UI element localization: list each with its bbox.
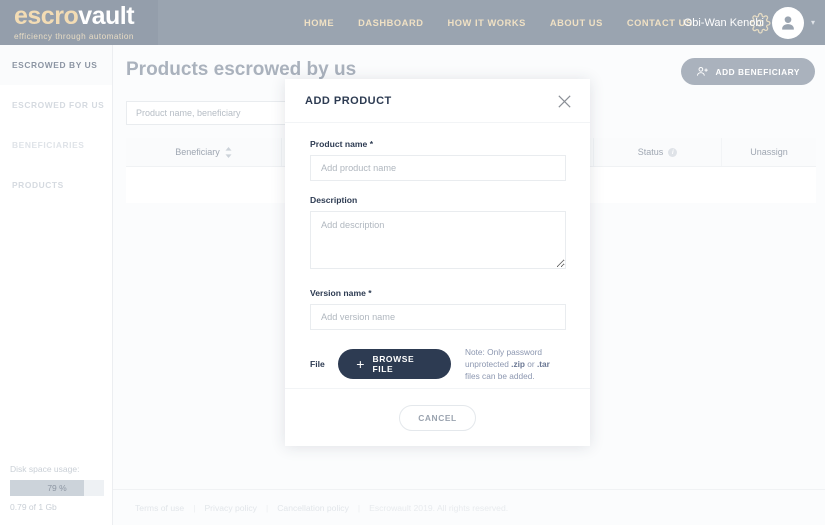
file-note-tar: .tar [536,359,550,370]
chevron-down-icon[interactable]: ▾ [811,18,815,27]
disk-space-percent: 79 % [47,483,67,493]
modal-title: ADD PRODUCT [305,94,392,107]
file-note-part2: files can be added. [465,371,535,382]
user-avatar-icon [782,15,794,30]
sidebar-item-beneficiaries[interactable]: BENEFICIARIES [0,125,112,165]
file-label: File [310,359,325,370]
nav-item-home[interactable]: HOME [304,18,334,28]
column-label: Beneficiary [175,147,220,157]
logo-wordmark: escrovault [14,4,158,29]
sidebar-item-escrowed-by-us[interactable]: ESCROWED BY US [0,45,112,85]
disk-space-progressbar: 79 % [10,480,104,496]
sidebar-item-label: ESCROWED FOR US [12,100,105,110]
browse-file-button[interactable]: + BROWSE FILE [338,349,451,380]
logo[interactable]: escrovault efficiency through automation [0,0,158,45]
footer-separator: | [357,502,361,513]
close-icon[interactable] [554,91,574,111]
add-product-modal: ADD PRODUCT Product name * Description V… [285,79,590,446]
field-product-name: Product name * [310,139,566,181]
modal-body: Product name * Description Version name … [285,122,590,382]
nav-item-dashboard[interactable]: DASHBOARD [358,18,423,28]
footer-separator: | [193,502,196,513]
version-name-input[interactable] [310,304,566,330]
avatar[interactable] [771,6,804,39]
app-root: escrovault efficiency through automation… [0,0,825,525]
footer-link-terms[interactable]: Terms of use [135,503,184,513]
sidebar-item-label: BENEFICIARIES [12,140,85,150]
field-description: Description [310,195,566,274]
column-label: Unassign [750,147,788,157]
search-wrapper [126,101,308,125]
version-name-label: Version name * [310,288,372,298]
description-textarea[interactable] [310,211,566,269]
sort-icon[interactable] [225,146,232,158]
page-title: Products escrowed by us [126,59,357,80]
logo-secondary: vault [78,2,135,30]
add-beneficiary-label: ADD BENEFICIARY [715,66,800,77]
plus-icon: + [356,356,365,373]
file-note-zip: .zip [511,359,525,370]
search-input[interactable] [126,101,308,125]
nav-item-about-us[interactable]: ABOUT US [550,18,603,28]
disk-space-detail: 0.79 of 1 Gb [10,502,57,512]
sidebar-item-escrowed-for-us[interactable]: ESCROWED FOR US [0,85,112,125]
logo-tagline: efficiency through automation [14,32,134,41]
column-header-status[interactable]: Status i [594,138,722,166]
user-menu[interactable]: Obi-Wan Kenobi ▾ [684,0,815,45]
field-file: File + BROWSE FILE Note: Only password u… [310,346,565,382]
column-header-beneficiary[interactable]: Beneficiary [126,138,282,166]
logo-primary: escro [14,2,79,30]
add-user-icon [696,67,708,76]
field-version-name: Version name * [310,288,566,330]
description-label: Description [310,195,358,205]
sidebar: ESCROWED BY US ESCROWED FOR US BENEFICIA… [0,45,113,525]
file-note: Note: Only password unprotected .zip or … [465,346,565,382]
file-note-or: or [524,359,537,370]
top-header: escrovault efficiency through automation… [0,0,825,45]
column-header-unassign: Unassign [722,138,816,166]
nav-item-how-it-works[interactable]: HOW IT WORKS [447,18,525,28]
product-name-label: Product name * [310,139,374,149]
user-name: Obi-Wan Kenobi [683,16,764,29]
sidebar-item-products[interactable]: PRODUCTS [0,165,112,205]
page-footer: Terms of use | Privacy policy | Cancella… [113,489,825,525]
disk-space-usage: Disk space usage: 79 % 0.79 of 1 Gb [10,464,104,512]
modal-header: ADD PRODUCT [285,79,590,122]
sidebar-item-label: PRODUCTS [12,180,64,190]
footer-link-cancellation[interactable]: Cancellation policy [277,503,349,513]
info-icon[interactable]: i [668,147,678,157]
add-beneficiary-button[interactable]: ADD BENEFICIARY [680,58,815,85]
footer-copyright: Escrowault 2019. All rights reserved. [369,502,509,513]
cancel-button[interactable]: CANCEL [399,404,476,431]
modal-footer: CANCEL [285,388,590,446]
column-label: Status [637,147,664,157]
disk-space-label: Disk space usage: [10,464,80,474]
browse-file-label: BROWSE FILE [372,354,415,375]
footer-separator: | [265,502,269,513]
product-name-input[interactable] [310,155,566,181]
footer-link-privacy[interactable]: Privacy policy [204,503,257,513]
sidebar-item-label: ESCROWED BY US [12,60,98,70]
